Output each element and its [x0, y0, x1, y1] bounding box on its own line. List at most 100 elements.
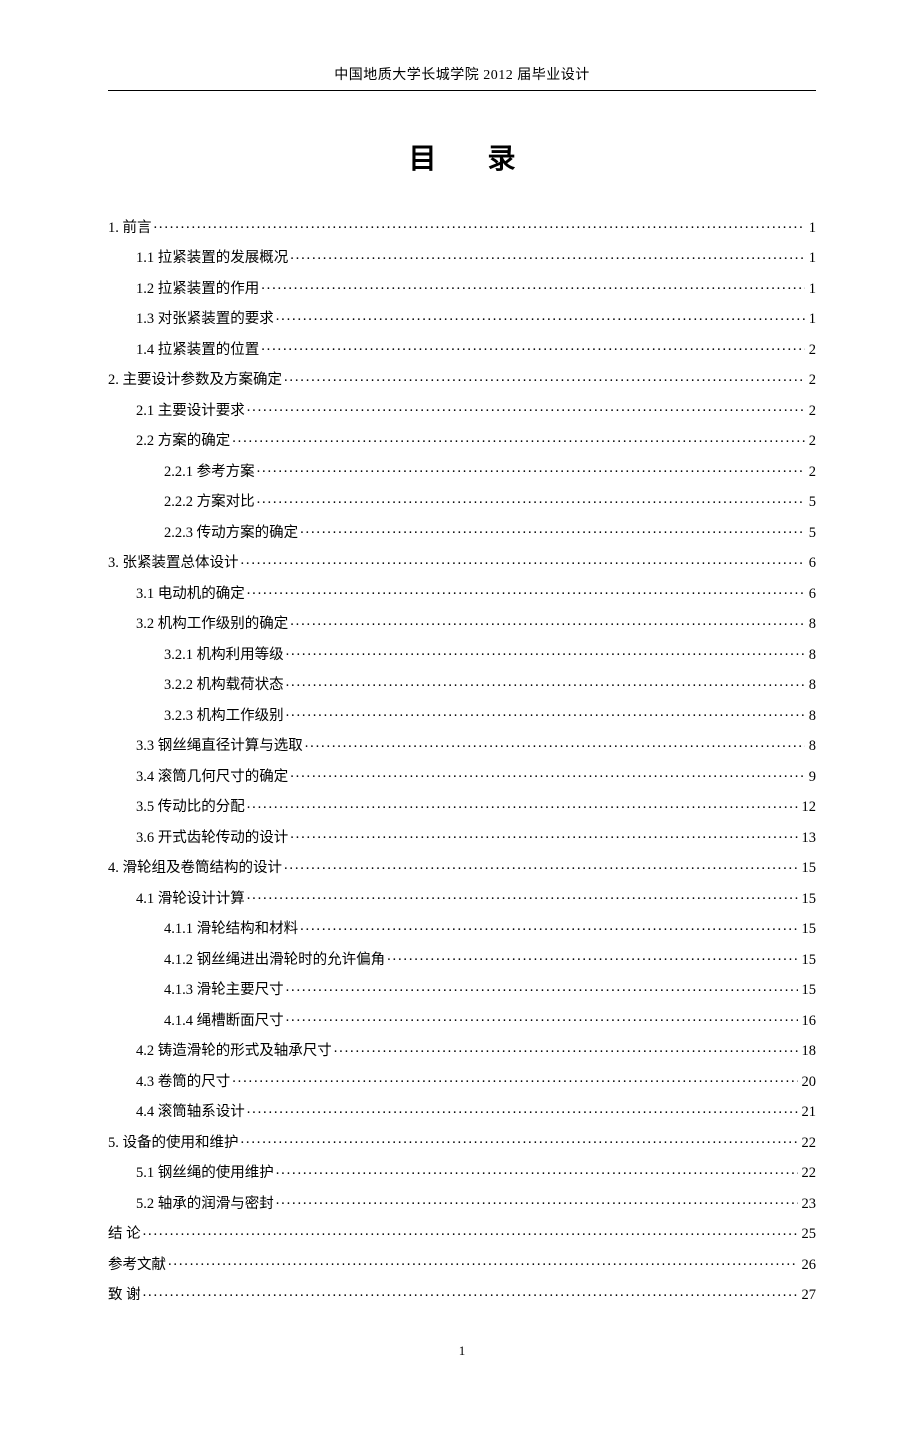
running-header: 中国地质大学长城学院 2012 届毕业设计: [108, 64, 816, 91]
toc-row: 4.3 卷筒的尺寸 20: [108, 1071, 816, 1089]
toc-leader-dots: [290, 248, 805, 263]
toc-entry-page: 8: [807, 678, 816, 693]
toc-entry-label: 1.3 对张紧装置的要求: [136, 312, 274, 327]
toc-leader-dots: [261, 339, 805, 354]
toc-row: 3.6 开式齿轮传动的设计 13: [108, 827, 816, 845]
toc-leader-dots: [247, 583, 805, 598]
toc-entry-page: 2: [807, 434, 816, 449]
toc-leader-dots: [168, 1254, 798, 1269]
toc-entry-label: 2.1 主要设计要求: [136, 404, 245, 419]
toc-leader-dots: [286, 675, 805, 690]
toc-entry-page: 13: [800, 831, 817, 846]
toc-entry-page: 23: [800, 1197, 817, 1212]
toc-leader-dots: [232, 431, 805, 446]
toc-entry-label: 4.1.2 钢丝绳进出滑轮时的允许偏角: [164, 953, 385, 968]
toc-row: 参考文献26: [108, 1254, 816, 1272]
toc-leader-dots: [143, 1224, 798, 1239]
toc-row: 4.1.3 滑轮主要尺寸15: [108, 980, 816, 998]
toc-row: 结 论25: [108, 1224, 816, 1242]
page-number: 1: [108, 1343, 816, 1359]
toc-entry-page: 1: [807, 312, 816, 327]
toc-entry-label: 3.2.3 机构工作级别: [164, 709, 284, 724]
toc-leader-dots: [286, 980, 798, 995]
toc-entry-page: 2: [807, 465, 816, 480]
toc-entry-page: 15: [800, 922, 817, 937]
toc-entry-page: 21: [800, 1105, 817, 1120]
toc-row: 3.5 传动比的分配 12: [108, 797, 816, 815]
toc-entry-page: 5: [807, 495, 816, 510]
toc-row: 2.2.2 方案对比 5: [108, 492, 816, 510]
toc-entry-label: 3.2 机构工作级别的确定: [136, 617, 288, 632]
toc-entry-label: 3.3 钢丝绳直径计算与选取: [136, 739, 303, 754]
toc-row: 3.1 电动机的确定6: [108, 583, 816, 601]
toc-row: 1.4 拉紧装置的位置2: [108, 339, 816, 357]
toc-row: 4.1 滑轮设计计算15: [108, 888, 816, 906]
toc-entry-page: 20: [800, 1075, 817, 1090]
toc-row: 4.1.2 钢丝绳进出滑轮时的允许偏角15: [108, 949, 816, 967]
toc-entry-page: 8: [807, 617, 816, 632]
toc-entry-page: 22: [800, 1136, 817, 1151]
toc-leader-dots: [257, 492, 805, 507]
toc-leader-dots: [290, 766, 805, 781]
toc-title: 目 录: [108, 137, 816, 177]
toc-entry-label: 5.2 轴承的润滑与密封: [136, 1197, 274, 1212]
toc-row: 4. 滑轮组及卷筒结构的设计15: [108, 858, 816, 876]
toc-entry-label: 2.2.3 传动方案的确定: [164, 526, 298, 541]
toc-entry-label: 3.5 传动比的分配: [136, 800, 245, 815]
toc-entry-page: 15: [800, 892, 817, 907]
toc-row: 1.3 对张紧装置的要求 1: [108, 309, 816, 327]
toc-entry-page: 18: [800, 1044, 817, 1059]
toc-entry-label: 3. 张紧装置总体设计: [108, 556, 239, 571]
toc-entry-label: 致 谢: [108, 1288, 141, 1303]
toc-entry-page: 8: [807, 739, 816, 754]
toc-entry-page: 6: [807, 556, 816, 571]
toc-entry-page: 1: [807, 251, 816, 266]
toc-entry-page: 2: [807, 373, 816, 388]
toc-entry-label: 5. 设备的使用和维护: [108, 1136, 239, 1151]
toc-leader-dots: [247, 1102, 798, 1117]
toc-row: 2.2.3 传动方案的确定 5: [108, 522, 816, 540]
toc-leader-dots: [276, 1193, 798, 1208]
toc-entry-label: 3.4 滚筒几何尺寸的确定: [136, 770, 288, 785]
toc-leader-dots: [284, 370, 805, 385]
toc-leader-dots: [387, 949, 797, 964]
toc-entry-label: 参考文献: [108, 1258, 166, 1273]
toc-row: 5.2 轴承的润滑与密封 23: [108, 1193, 816, 1211]
toc-leader-dots: [334, 1041, 798, 1056]
toc-row: 5. 设备的使用和维护 22: [108, 1132, 816, 1150]
toc-entry-page: 1: [807, 282, 816, 297]
toc-entry-label: 4.3 卷筒的尺寸: [136, 1075, 230, 1090]
toc-leader-dots: [276, 1163, 798, 1178]
toc-row: 2.2.1 参考方案 2: [108, 461, 816, 479]
toc-row: 4.2 铸造滑轮的形式及轴承尺寸 18: [108, 1041, 816, 1059]
toc-leader-dots: [286, 1010, 798, 1025]
toc-row: 4.1.1 滑轮结构和材料15: [108, 919, 816, 937]
toc-entry-page: 27: [800, 1288, 817, 1303]
toc-entry-page: 5: [807, 526, 816, 541]
toc-entry-label: 4.4 滚筒轴系设计: [136, 1105, 245, 1120]
toc-row: 3.2.3 机构工作级别8: [108, 705, 816, 723]
toc-entry-page: 22: [800, 1166, 817, 1181]
toc-row: 3.2.1 机构利用等级8: [108, 644, 816, 662]
toc-entry-page: 16: [800, 1014, 817, 1029]
toc-row: 4.4 滚筒轴系设计 21: [108, 1102, 816, 1120]
toc-row: 3.4 滚筒几何尺寸的确定9: [108, 766, 816, 784]
toc-entry-label: 4.2 铸造滑轮的形式及轴承尺寸: [136, 1044, 332, 1059]
toc-entry-label: 4.1.4 绳槽断面尺寸: [164, 1014, 284, 1029]
toc-entry-label: 2.2.2 方案对比: [164, 495, 255, 510]
toc-entry-label: 1.1 拉紧装置的发展概况: [136, 251, 288, 266]
toc-entry-page: 25: [800, 1227, 817, 1242]
table-of-contents: 1. 前言11.1 拉紧装置的发展概况11.2 拉紧装置的作用11.3 对张紧装…: [108, 217, 816, 1303]
toc-entry-page: 2: [807, 404, 816, 419]
toc-leader-dots: [300, 522, 805, 537]
toc-entry-label: 2.2.1 参考方案: [164, 465, 255, 480]
toc-row: 1. 前言1: [108, 217, 816, 235]
toc-row: 5.1 钢丝绳的使用维护22: [108, 1163, 816, 1181]
toc-entry-page: 12: [800, 800, 817, 815]
toc-row: 1.2 拉紧装置的作用1: [108, 278, 816, 296]
toc-row: 2.2 方案的确定2: [108, 431, 816, 449]
toc-entry-label: 4.1.3 滑轮主要尺寸: [164, 983, 284, 998]
document-page: 中国地质大学长城学院 2012 届毕业设计 目 录 1. 前言1 1.1 拉紧装置…: [0, 0, 920, 1431]
toc-entry-label: 3.6 开式齿轮传动的设计: [136, 831, 288, 846]
toc-row: 3. 张紧装置总体设计 6: [108, 553, 816, 571]
